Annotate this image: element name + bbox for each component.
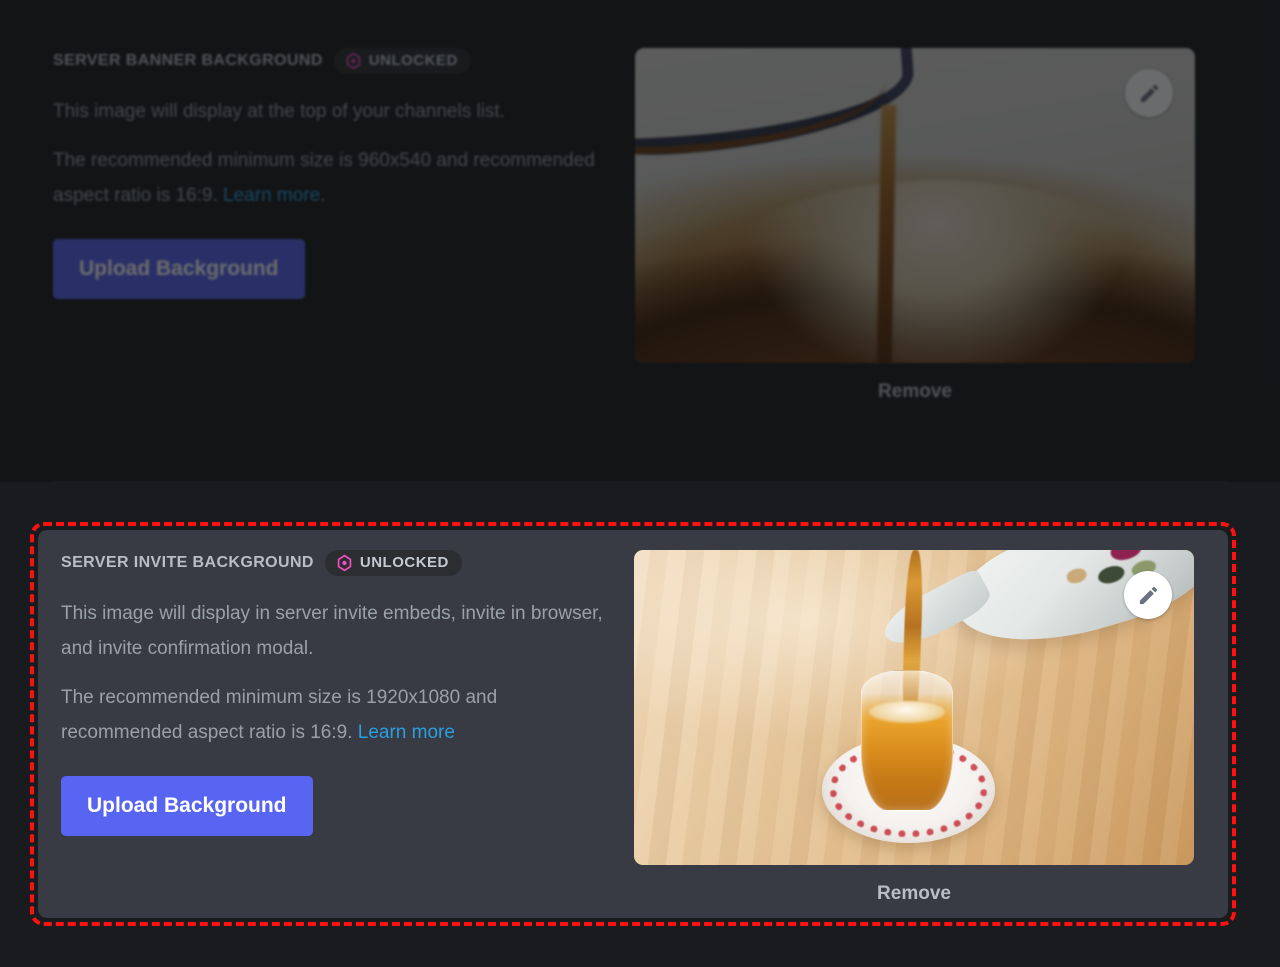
banner-badge-label: UNLOCKED	[368, 52, 458, 69]
invite-upload-background-button[interactable]: Upload Background	[61, 776, 313, 836]
banner-preview-photo	[635, 48, 1195, 363]
invite-recommendation: The recommended minimum size is 1920x108…	[61, 680, 621, 750]
invite-remove-button[interactable]: Remove	[877, 883, 951, 905]
server-banner-background-section: SERVER BANNER BACKGROUND UNLOCKED This i…	[0, 48, 1280, 403]
server-invite-background-panel: SERVER INVITE BACKGROUND UNLOCKED This i…	[38, 530, 1228, 918]
banner-section-title: SERVER BANNER BACKGROUND	[53, 52, 323, 69]
cup-rim-shape	[691, 180, 1184, 363]
invite-unlocked-badge: UNLOCKED	[324, 550, 462, 576]
banner-learn-more-link[interactable]: Learn more	[223, 185, 320, 206]
invite-image-preview[interactable]	[634, 550, 1194, 865]
teapot-spout-inner-shape	[635, 56, 890, 160]
pattern-dot	[1064, 566, 1089, 586]
pattern-dot	[1095, 563, 1127, 588]
banner-remove-button[interactable]: Remove	[878, 381, 952, 403]
banner-recommendation: The recommended minimum size is 960x540 …	[53, 143, 600, 213]
banner-preview-column: Remove	[634, 48, 1196, 403]
highlight-annotation-box: SERVER INVITE BACKGROUND UNLOCKED This i…	[30, 522, 1236, 926]
boost-diamond-icon	[346, 52, 361, 69]
banner-image-preview[interactable]	[635, 48, 1195, 363]
server-invite-background-section: SERVER INVITE BACKGROUND UNLOCKED This i…	[38, 550, 1228, 905]
banner-upload-background-button[interactable]: Upload Background	[53, 239, 305, 299]
boost-diamond-icon	[337, 554, 352, 571]
invite-text-column: SERVER INVITE BACKGROUND UNLOCKED This i…	[38, 550, 638, 836]
banner-text-column: SERVER BANNER BACKGROUND UNLOCKED This i…	[0, 48, 600, 299]
invite-header-row: SERVER INVITE BACKGROUND UNLOCKED	[61, 550, 638, 576]
tea-glass-shape	[860, 669, 954, 812]
invite-preview-column: Remove	[633, 550, 1195, 905]
banner-edit-pencil-button[interactable]	[1125, 69, 1173, 117]
banner-header-row: SERVER BANNER BACKGROUND UNLOCKED	[53, 48, 600, 74]
tea-foam-shape	[869, 701, 945, 724]
invite-badge-label: UNLOCKED	[359, 554, 449, 571]
pencil-icon	[1139, 586, 1157, 604]
settings-page: SERVER BANNER BACKGROUND UNLOCKED This i…	[0, 0, 1280, 967]
banner-unlocked-badge: UNLOCKED	[333, 48, 471, 74]
invite-learn-more-link[interactable]: Learn more	[358, 722, 455, 743]
invite-description: This image will display in server invite…	[61, 603, 603, 659]
section-divider	[53, 481, 1227, 482]
invite-edit-pencil-button[interactable]	[1124, 571, 1172, 619]
pencil-icon	[1140, 84, 1158, 102]
invite-section-title: SERVER INVITE BACKGROUND	[61, 554, 314, 571]
banner-description: This image will display at the top of yo…	[53, 101, 505, 122]
banner-recommendation-suffix: .	[320, 185, 326, 206]
invite-preview-photo	[634, 550, 1194, 865]
